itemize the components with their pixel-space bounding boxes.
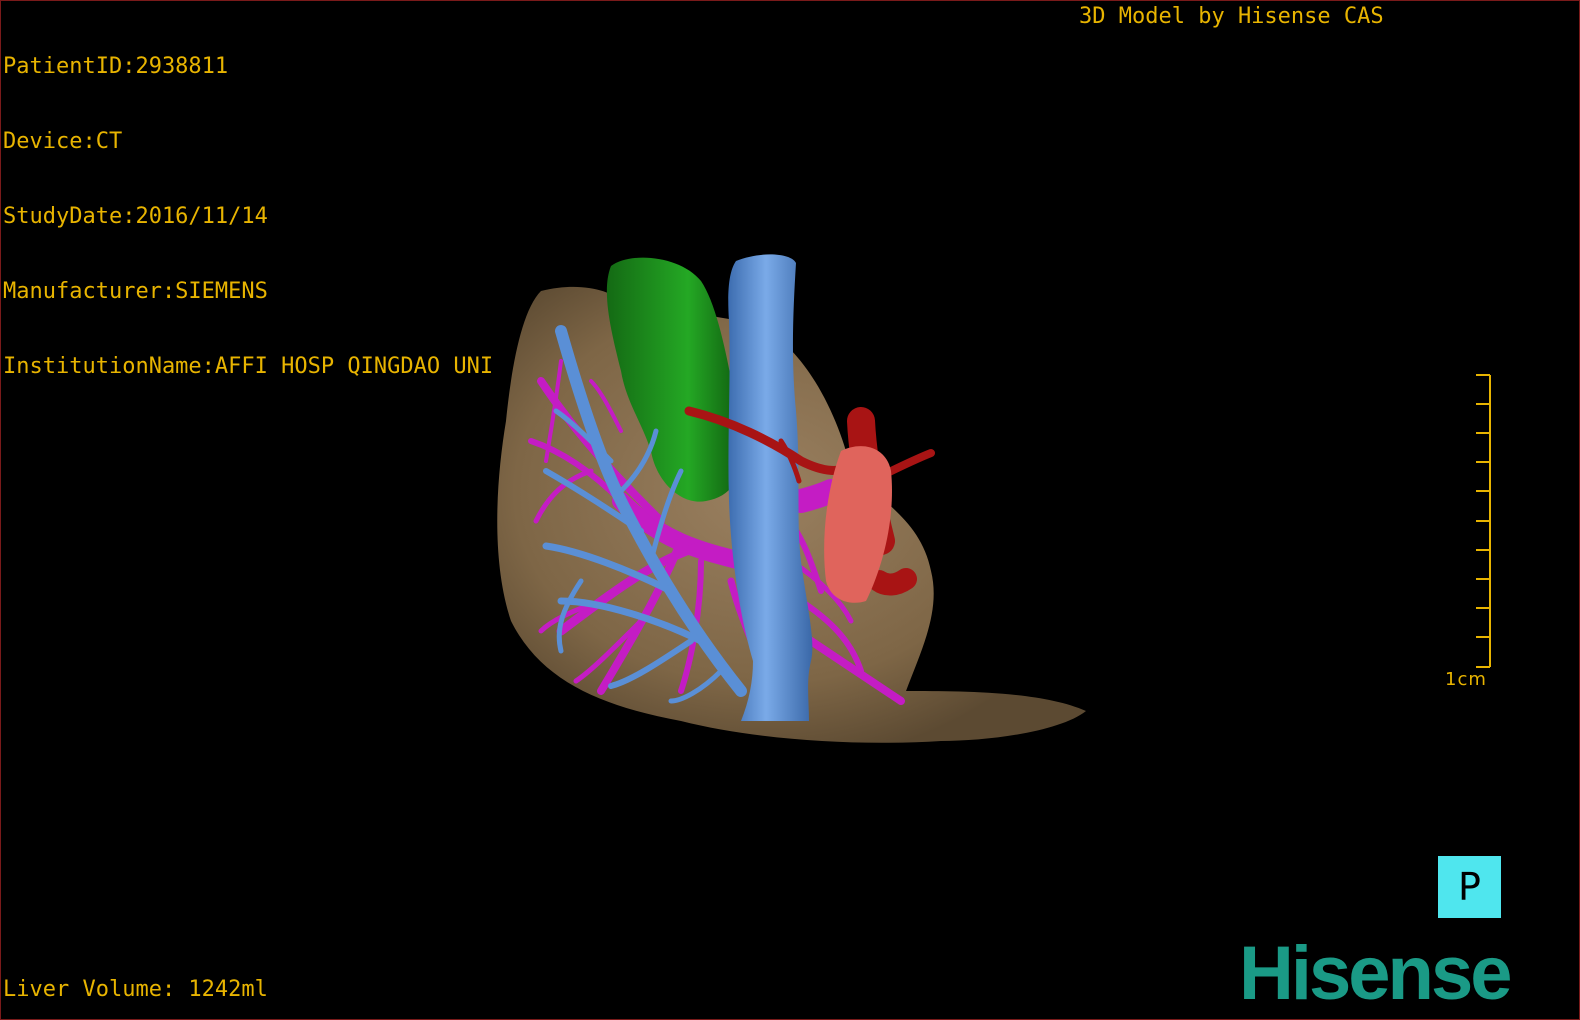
patient-info-panel: PatientID:2938811 Device:CT StudyDate:20… <box>3 4 493 429</box>
manufacturer: Manufacturer:SIEMENS <box>3 279 268 304</box>
patient-id: PatientID:2938811 <box>3 54 229 79</box>
scale-bar <box>1476 374 1491 668</box>
liver-volume: Liver Volume: 1242ml <box>3 977 268 1002</box>
3d-viewport[interactable]: PatientID:2938811 Device:CT StudyDate:20… <box>0 0 1580 1020</box>
model-credit: 3D Model by Hisense CAS <box>1079 4 1384 29</box>
institution-name: InstitutionName:AFFI HOSP QINGDAO UNI <box>3 354 494 379</box>
study-date: StudyDate:2016/11/14 <box>3 204 268 229</box>
hisense-logo: Hisense <box>1239 936 1512 1012</box>
orientation-marker[interactable]: P <box>1438 856 1501 918</box>
device: Device:CT <box>3 129 123 154</box>
scale-label: 1cm <box>1445 669 1487 690</box>
brand-name: Hisense <box>1239 931 1512 1016</box>
